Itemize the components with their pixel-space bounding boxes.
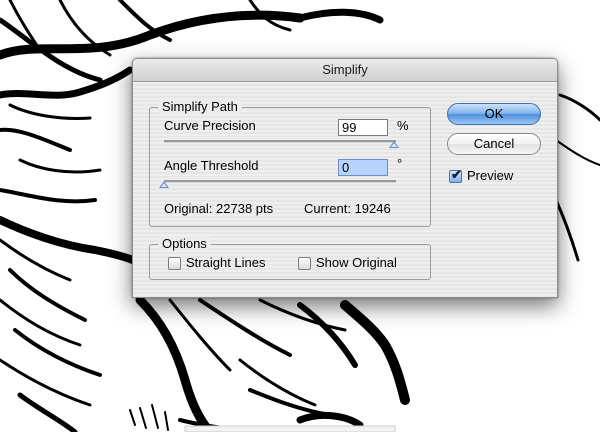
options-legend: Options [158,236,211,251]
original-points-stat: Original: 22738 pts [164,201,274,216]
dialog-body: Simplify Path Curve Precision 99 % Angle… [133,82,557,297]
simplify-dialog: Simplify Simplify Path Curve Precision 9… [132,58,558,298]
dialog-title: Simplify [133,59,557,82]
curve-precision-field[interactable]: 99 [338,119,388,136]
angle-threshold-field[interactable]: 0 [338,159,388,176]
angle-threshold-label: Angle Threshold [164,158,259,173]
cancel-button[interactable]: Cancel [447,133,541,155]
show-original-label[interactable]: Show Original [316,255,397,270]
options-group: Options Straight Lines Show Original [149,236,431,280]
simplify-path-group: Simplify Path Curve Precision 99 % Angle… [149,99,431,227]
ok-button[interactable]: OK [447,103,541,125]
angle-threshold-slider-thumb[interactable] [159,181,169,188]
show-original-checkbox[interactable] [298,257,311,270]
checkmark-icon: ✔ [451,167,462,182]
straight-lines-label[interactable]: Straight Lines [186,255,266,270]
current-points-stat: Current: 19246 [304,201,391,216]
curve-precision-slider-thumb[interactable] [388,141,399,148]
straight-lines-checkbox[interactable] [168,257,181,270]
angle-threshold-unit: ° [397,156,403,171]
curve-precision-label: Curve Precision [164,118,256,133]
curve-precision-unit: % [397,118,409,133]
angle-threshold-slider-track[interactable] [164,180,396,183]
preview-label[interactable]: Preview [467,168,513,183]
simplify-path-legend: Simplify Path [158,99,242,114]
preview-checkbox[interactable]: ✔ [449,167,462,183]
curve-precision-slider-track[interactable] [164,140,396,143]
